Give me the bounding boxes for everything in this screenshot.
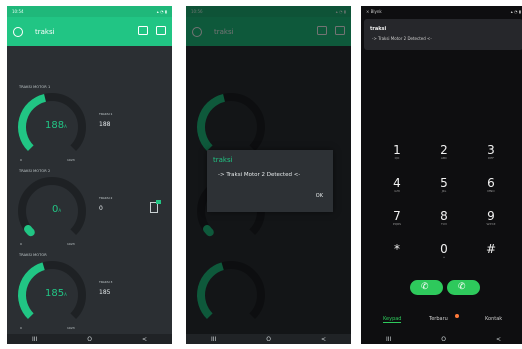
status-icons: ▴ ◔ ▮ (156, 9, 167, 14)
app-title: traksi (35, 27, 55, 36)
key-7[interactable]: 7 PQRS (377, 210, 417, 227)
tab-recent[interactable]: Terbaru (429, 316, 448, 322)
notification-dialog: traksi -> Traksi Motor 2 Detected <- OK (207, 150, 333, 212)
status-time: 10:54 (12, 9, 24, 14)
gauge-fill (24, 225, 35, 237)
back-button[interactable]: < (142, 336, 147, 343)
key-8[interactable]: 8 TUV (424, 210, 464, 227)
key-5[interactable]: 5 JKL (424, 177, 464, 194)
tab-contacts[interactable]: Kontak (485, 316, 502, 322)
widget-label: TRAKSI MOTOR 2 (19, 169, 51, 173)
key-3[interactable]: 3 DEF (471, 144, 511, 161)
value-label: TRAKSI 2 (99, 196, 113, 200)
key-9[interactable]: 9 WXYZ (471, 210, 511, 227)
status-app: × Blynk (366, 9, 382, 14)
dialog-title: traksi (213, 156, 233, 164)
key-6[interactable]: 6 MNO (471, 177, 511, 194)
key-hash[interactable]: # (471, 243, 511, 260)
gauge-value: 185A (45, 288, 67, 299)
home-button[interactable]: O (441, 336, 446, 343)
phone-icon: ✆ (421, 282, 429, 292)
value-label: TRAKSI 3 (99, 280, 113, 284)
back-button[interactable]: < (496, 336, 501, 343)
widget-label: TRAKSI MOTOR (19, 253, 47, 257)
ok-button[interactable]: OK (316, 193, 323, 199)
nav-bar: III O < (7, 334, 172, 344)
recents-button[interactable]: III (211, 336, 216, 343)
key-0[interactable]: 0 + (424, 243, 464, 260)
status-bar: 10:54 ▴ ◔ ▮ (7, 6, 172, 17)
value-display: 188 (99, 121, 111, 128)
gauge-min: 0 (20, 242, 22, 246)
gauge-max: 1023 (67, 326, 75, 330)
widget-label: TRAKSI MOTOR 1 (19, 85, 51, 89)
blynk-logo-icon[interactable] (13, 26, 23, 37)
gauge-value: 188A (45, 120, 67, 131)
tab-keypad[interactable]: Keypad (383, 316, 402, 323)
gauge-fill (18, 93, 47, 152)
status-bar: × Blynk ▴ ◔ ▮ (361, 6, 522, 17)
key-star[interactable]: * (377, 243, 417, 260)
nav-bar: III O < (186, 334, 351, 344)
notification-message: -> Traksi Motor 2 Detected <- (372, 36, 432, 41)
key-4[interactable]: 4 GHI (377, 177, 417, 194)
nav-bar: III O < (361, 334, 522, 344)
gauge-fill (18, 262, 45, 320)
call-button-sim2[interactable]: ✆ (447, 280, 480, 295)
home-button[interactable]: O (266, 336, 271, 343)
notification-card[interactable]: traksi -> Traksi Motor 2 Detected <- (364, 19, 522, 50)
key-2[interactable]: 2 ABC (424, 144, 464, 161)
gauge-value: 0A (52, 204, 62, 215)
dashboard: TRAKSI MOTOR 1 188A 0 1023 TRAKSI 1 188 … (7, 46, 172, 334)
value-display: 0 (99, 205, 103, 212)
notification-title: traksi (370, 26, 387, 32)
gauge-max: 1023 (67, 242, 75, 246)
app-bar: traksi (7, 17, 172, 46)
gauge-max: 1023 (67, 158, 75, 162)
value-label: TRAKSI 1 (99, 112, 113, 116)
unread-badge (455, 314, 459, 318)
value-display: 185 (99, 289, 111, 296)
phone-dialer: × Blynk ▴ ◔ ▮ traksi -> Traksi Motor 2 D… (361, 6, 522, 344)
phone-dashboard: 10:54 ▴ ◔ ▮ traksi TRAKSI MOTOR 1 188A 0… (7, 6, 172, 344)
call-button-sim1[interactable]: ✆ (410, 280, 443, 295)
phone-dialog: 10:56 ▴ ◔ ▮ traksi traksi -> Traksi Moto… (186, 6, 351, 344)
dialog-message: -> Traksi Motor 2 Detected <- (218, 172, 301, 178)
status-icons: ▴ ◔ ▮ (510, 9, 521, 14)
recents-button[interactable]: III (32, 336, 37, 343)
phone-icon: ✆ (458, 282, 466, 292)
settings-icon[interactable] (156, 26, 166, 35)
gauge-min: 0 (20, 326, 22, 330)
home-button[interactable]: O (87, 336, 92, 343)
led-indicator (156, 200, 161, 204)
back-button[interactable]: < (321, 336, 326, 343)
recents-button[interactable]: III (386, 336, 391, 343)
key-1[interactable]: 1 QO (377, 144, 417, 161)
play-icon[interactable] (138, 26, 148, 35)
gauge-min: 0 (20, 158, 22, 162)
